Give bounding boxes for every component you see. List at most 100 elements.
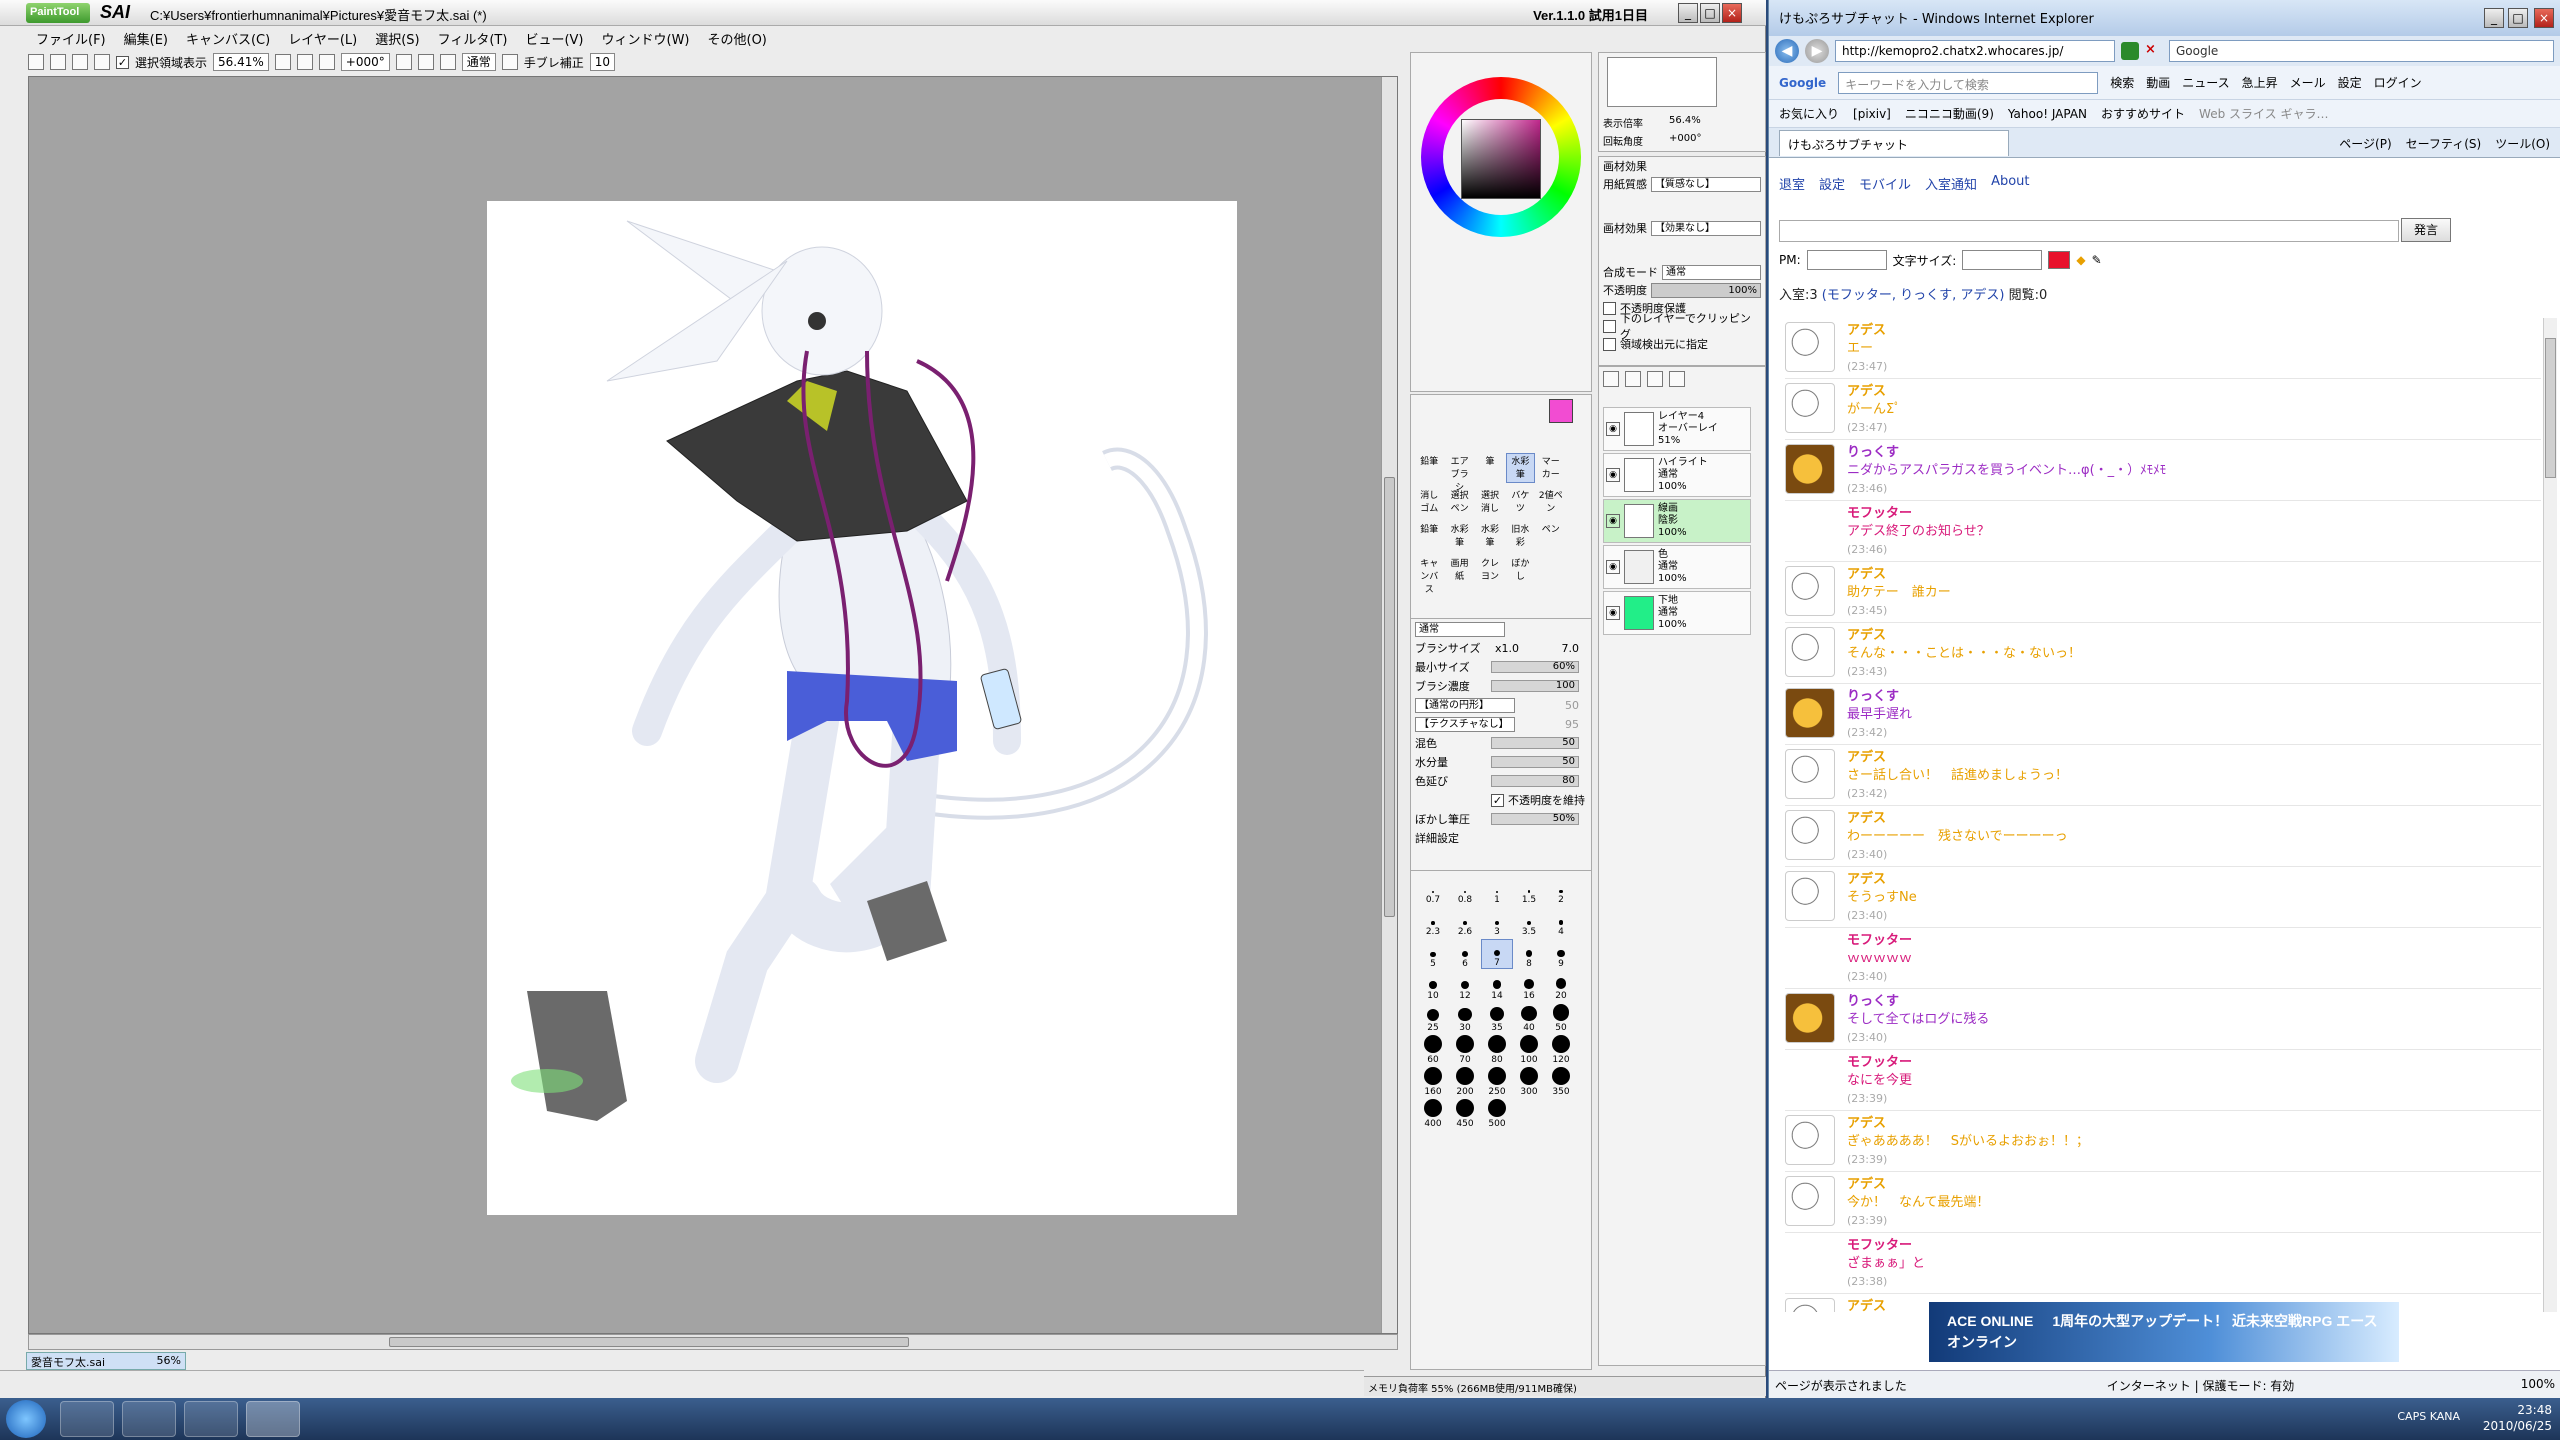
protect-opacity-checkbox[interactable] <box>1603 301 1616 315</box>
brush-size-option[interactable]: 30 <box>1449 1003 1481 1033</box>
avatar[interactable] <box>1785 1237 1835 1287</box>
message-author[interactable]: アデス <box>1847 871 1917 889</box>
address-field[interactable]: http://kemopro2.chatx2.whocares.jp/ <box>1835 40 2115 62</box>
fav-pixiv[interactable]: [pixiv] <box>1853 107 1891 121</box>
flip-icon[interactable] <box>501 54 518 70</box>
message-author[interactable]: りっくす <box>1847 993 1989 1011</box>
tool-blur[interactable]: ぼかし <box>1506 555 1534 585</box>
eye-icon[interactable]: ◉ <box>1606 560 1620 574</box>
canvas-horizontal-scrollbar[interactable] <box>28 1334 1398 1350</box>
menu-filter[interactable]: フィルタ(T) <box>438 29 508 48</box>
google-video-button[interactable]: 動画 <box>2146 74 2170 91</box>
min-size-slider[interactable]: 60% <box>1491 661 1579 673</box>
angle-field[interactable]: +000° <box>340 53 390 71</box>
google-search-input[interactable]: キーワードを入力して検索 <box>1838 71 2099 94</box>
rotate-left-icon[interactable] <box>395 54 412 70</box>
detail-settings-toggle[interactable]: 詳細設定 <box>1415 830 1459 846</box>
brush-size-option[interactable]: 9 <box>1545 939 1577 969</box>
blend-mode-select[interactable]: 通常 <box>1662 264 1761 280</box>
google-settings-button[interactable]: 設定 <box>2338 74 2362 91</box>
tool-brush[interactable]: 筆 <box>1476 453 1504 483</box>
fav-nicovideo[interactable]: ニコニコ動画(9) <box>1905 105 1994 122</box>
message-author[interactable]: モフッター <box>1847 1054 1912 1072</box>
brush-size-option[interactable]: 200 <box>1449 1067 1481 1097</box>
layer-row[interactable]: ◉ レイヤー4 オーバーレイ 51% <box>1603 407 1751 451</box>
tool-pen[interactable]: ペン <box>1537 521 1565 551</box>
system-clock[interactable]: 23:48 2010/06/25 <box>2483 1402 2552 1434</box>
avatar[interactable] <box>1785 444 1835 494</box>
brush-size-option[interactable]: 70 <box>1449 1035 1481 1065</box>
tool-pencil-2[interactable]: 鉛筆 <box>1415 521 1443 551</box>
menu-other[interactable]: その他(O) <box>708 29 767 48</box>
minimize-icon[interactable]: _ <box>2484 8 2504 28</box>
brush-size-option[interactable]: 250 <box>1481 1067 1513 1097</box>
brush-size-option[interactable]: 2.6 <box>1449 907 1481 937</box>
layer-row[interactable]: ◉ 色通常 100% <box>1603 545 1751 589</box>
material-section-toggle[interactable]: 画材効果 <box>1603 158 1647 174</box>
scrollbar-thumb[interactable] <box>1384 477 1395 917</box>
tool-marker[interactable]: マーカー <box>1537 453 1565 483</box>
avatar[interactable] <box>1785 810 1835 860</box>
google-login-button[interactable]: ログイン <box>2374 74 2422 91</box>
tool-select-pen[interactable]: 選択ペン <box>1445 487 1473 517</box>
brush-size-option[interactable]: 100 <box>1513 1035 1545 1065</box>
new-folder-icon[interactable] <box>1647 371 1663 387</box>
avatar[interactable] <box>1785 322 1835 372</box>
eye-icon[interactable]: ◉ <box>1606 606 1620 620</box>
brush-size-option[interactable]: 25 <box>1417 1003 1449 1033</box>
maximize-icon[interactable]: □ <box>2508 8 2528 28</box>
message-author[interactable]: りっくす <box>1847 444 2166 462</box>
brush-size-option[interactable]: 1 <box>1481 875 1513 905</box>
new-layer-icon[interactable] <box>1603 371 1619 387</box>
message-author[interactable]: モフッター <box>1847 932 1912 950</box>
selection-source-checkbox[interactable] <box>1603 337 1616 351</box>
avatar[interactable] <box>1785 1115 1835 1165</box>
brush-size-option[interactable]: 350 <box>1545 1067 1577 1097</box>
brush-size-option[interactable]: 2 <box>1545 875 1577 905</box>
zone-status[interactable]: インターネット | 保護モード: 有効 <box>2107 1377 2295 1393</box>
canvas-vertical-scrollbar[interactable] <box>1381 77 1397 1333</box>
view-mode-field[interactable]: 通常 <box>461 53 496 71</box>
opacity-slider[interactable]: 100% <box>1651 282 1761 298</box>
brush-size-value[interactable]: 7.0 <box>1562 642 1580 655</box>
ime-indicator[interactable]: CAPS KANA <box>2397 1410 2460 1423</box>
room-members[interactable]: (モフッター, りっくす, アデス) <box>1822 288 2005 303</box>
paper-texture-select[interactable]: 【質感なし】 <box>1651 176 1761 192</box>
avatar[interactable] <box>1785 688 1835 738</box>
brush-size-option[interactable]: 400 <box>1417 1099 1449 1129</box>
fav-suggested[interactable]: おすすめサイト <box>2101 105 2185 122</box>
brush-size-option[interactable]: 20 <box>1545 971 1577 1001</box>
brush-size-option[interactable]: 12 <box>1449 971 1481 1001</box>
link-about[interactable]: About <box>1991 174 2029 193</box>
tool-watercolor-3[interactable]: 水彩筆 <box>1476 521 1504 551</box>
eye-icon[interactable]: ◉ <box>1606 422 1620 436</box>
tool-binary-pen[interactable]: 2値ペン <box>1537 487 1565 517</box>
tool-airbrush[interactable]: エアブラシ <box>1445 453 1473 493</box>
eye-icon[interactable]: ◉ <box>1606 468 1620 482</box>
brush-size-option[interactable]: 3.5 <box>1513 907 1545 937</box>
back-icon[interactable]: ◀ <box>1775 39 1799 63</box>
zoom-out-icon[interactable] <box>274 54 291 70</box>
hue-wheel[interactable] <box>1421 77 1581 237</box>
message-author[interactable]: モフッター <box>1847 505 1990 523</box>
favorites-button[interactable]: お気に入り <box>1779 105 1839 122</box>
brush-size-option[interactable]: 160 <box>1417 1067 1449 1097</box>
google-search-button[interactable]: 検索 <box>2110 74 2134 91</box>
message-author[interactable]: アデス <box>1847 383 1901 401</box>
start-button[interactable] <box>6 1400 46 1438</box>
brush-size-option[interactable]: 40 <box>1513 1003 1545 1033</box>
avatar[interactable] <box>1785 749 1835 799</box>
brush-size-option[interactable]: 60 <box>1417 1035 1449 1065</box>
brush-size-option[interactable]: 5 <box>1417 939 1449 969</box>
menu-file[interactable]: ファイル(F) <box>36 29 106 48</box>
tool-select-erase[interactable]: 選択消し <box>1476 487 1504 517</box>
brush-size-option[interactable]: 35 <box>1481 1003 1513 1033</box>
brush-size-option[interactable]: 14 <box>1481 971 1513 1001</box>
brush-size-option[interactable]: 120 <box>1545 1035 1577 1065</box>
avatar[interactable] <box>1785 932 1835 982</box>
tool-drawing-paper[interactable]: 画用紙 <box>1445 555 1473 585</box>
brush-size-multiplier[interactable]: x1.0 <box>1495 642 1519 655</box>
brush-size-option[interactable]: 0.7 <box>1417 875 1449 905</box>
message-author[interactable]: りっくす <box>1847 688 1912 706</box>
zoom-reset-icon[interactable] <box>318 54 335 70</box>
